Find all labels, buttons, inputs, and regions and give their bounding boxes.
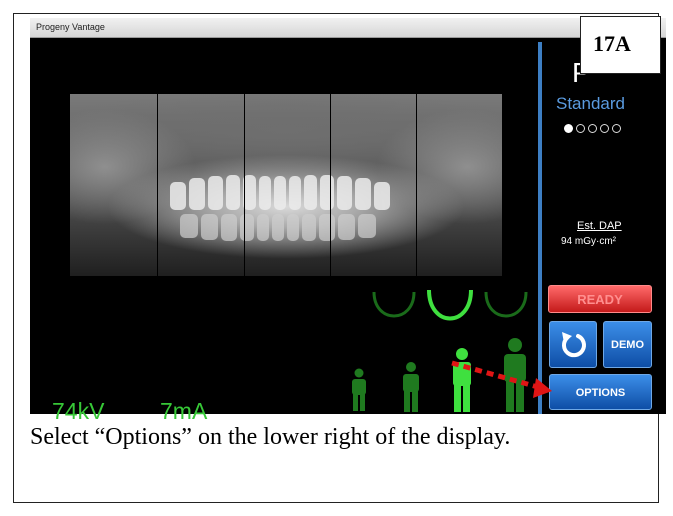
options-button[interactable]: OPTIONS [549, 374, 652, 410]
page-dot [576, 124, 585, 133]
demo-button[interactable]: DEMO [603, 321, 652, 368]
image-slice-divider [416, 94, 417, 276]
dap-value: 94 mGy·cm² [561, 236, 616, 247]
bite-block-option-2-selected[interactable] [424, 288, 476, 336]
patient-size-child-small[interactable] [349, 368, 369, 412]
image-slice-divider [244, 94, 245, 276]
window-title: Progeny Vantage [36, 22, 105, 32]
step-label-text: 17A [593, 31, 631, 56]
panoramic-xray-image [70, 94, 502, 276]
patient-size-adult-medium-selected[interactable] [450, 348, 474, 412]
window-titlebar: Progeny Vantage [30, 18, 666, 38]
image-slice-divider [157, 94, 158, 276]
bite-block-option-3[interactable] [482, 290, 530, 334]
reset-button[interactable] [549, 321, 597, 368]
instruction-caption: Select “Options” on the lower right of t… [30, 424, 511, 450]
teeth-illustration [170, 175, 390, 241]
dap-label: Est. DAP [577, 220, 622, 232]
page-dot [588, 124, 597, 133]
page-dot [612, 124, 621, 133]
exam-mode-name: Standard [556, 94, 625, 113]
image-slice-divider [330, 94, 331, 276]
page-dot [600, 124, 609, 133]
ready-button[interactable]: READY [548, 285, 652, 313]
page-dot-active [564, 124, 573, 133]
panel-divider [538, 42, 542, 414]
patient-size-adult-large[interactable] [501, 338, 529, 412]
patient-size-child-large[interactable] [400, 362, 422, 412]
ma-readout: 7mA [160, 398, 208, 424]
reset-icon [561, 332, 586, 358]
exam-page-indicator [564, 124, 621, 133]
step-label: 17A [580, 16, 661, 74]
bite-block-option-1[interactable] [370, 290, 418, 334]
kv-readout: 74kV [52, 398, 105, 424]
